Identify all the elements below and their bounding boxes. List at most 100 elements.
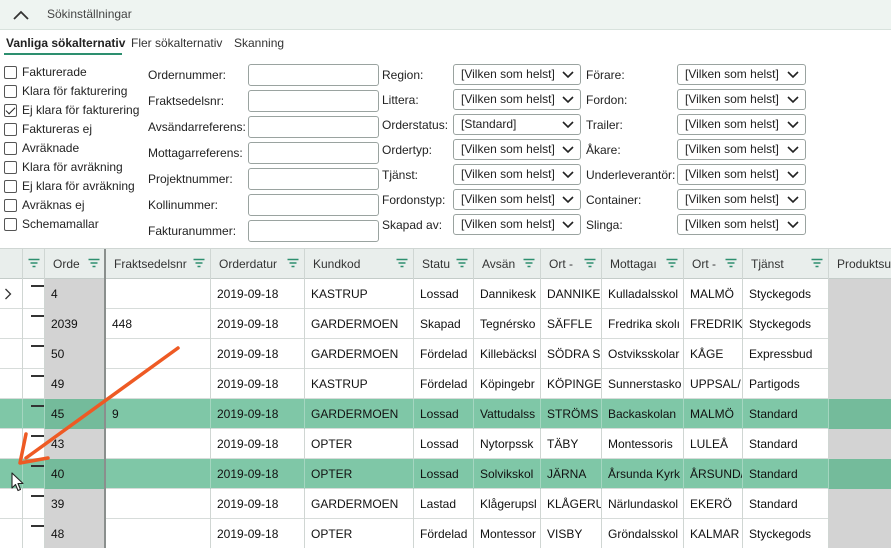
table-cell[interactable]: 50 bbox=[45, 339, 106, 369]
table-cell[interactable]: Årsunda Kyrk bbox=[602, 459, 684, 489]
text-input[interactable] bbox=[248, 194, 379, 216]
table-cell[interactable]: Partigods bbox=[743, 369, 829, 399]
table-cell[interactable]: 2019-09-18 bbox=[211, 519, 305, 548]
checkbox[interactable] bbox=[4, 103, 17, 117]
table-cell[interactable]: KÅGE bbox=[684, 339, 743, 369]
table-cell[interactable]: KASTRUP bbox=[305, 279, 414, 309]
table-cell[interactable]: Solvikskol bbox=[474, 459, 541, 489]
row-selector-cell[interactable] bbox=[0, 399, 23, 429]
table-cell[interactable]: Styckegods bbox=[743, 309, 829, 339]
filter-icon[interactable] bbox=[28, 258, 40, 268]
checkbox[interactable] bbox=[4, 179, 17, 193]
table-cell[interactable]: LULEÅ bbox=[684, 429, 743, 459]
table-cell[interactable]: KÖPINGE bbox=[541, 369, 602, 399]
dropdown-select[interactable]: [Vilken som helst] bbox=[453, 189, 581, 210]
table-cell[interactable]: EKERÖ bbox=[684, 489, 743, 519]
table-row[interactable]: 50 2019-09-18 GARDERMOEN Fördelad Killebäcks… bbox=[0, 339, 891, 369]
table-cell[interactable]: ÅRSUND/ bbox=[684, 459, 743, 489]
dropdown-select[interactable]: [Vilken som helst] bbox=[677, 189, 806, 210]
checkbox[interactable] bbox=[4, 65, 17, 79]
table-cell[interactable]: Lossad bbox=[414, 279, 474, 309]
table-row[interactable]: 2039 448 2019-09-18 GARDERMOEN Skapad Tegnérs… bbox=[0, 309, 891, 339]
row-expand-cell[interactable] bbox=[23, 279, 45, 309]
grid-column-header[interactable]: Mottagaı bbox=[602, 249, 684, 279]
table-cell[interactable]: Backaskolan bbox=[602, 399, 684, 429]
table-cell[interactable] bbox=[829, 309, 891, 339]
table-cell[interactable]: Standard bbox=[743, 459, 829, 489]
table-cell[interactable]: 2019-09-18 bbox=[211, 279, 305, 309]
table-cell[interactable]: MALMÖ bbox=[684, 279, 743, 309]
grid-column-header[interactable]: Orderdatur bbox=[211, 249, 305, 279]
table-cell[interactable] bbox=[106, 339, 211, 369]
chevron-up-icon[interactable] bbox=[11, 8, 31, 22]
table-cell[interactable] bbox=[829, 369, 891, 399]
dropdown-select[interactable]: [Vilken som helst] bbox=[453, 164, 581, 185]
table-cell[interactable] bbox=[829, 399, 891, 429]
table-cell[interactable]: Montessor bbox=[474, 519, 541, 548]
grid-column-header[interactable]: Tjänst bbox=[743, 249, 829, 279]
dropdown-select[interactable]: [Vilken som helst] bbox=[453, 64, 581, 85]
table-cell[interactable]: 48 bbox=[45, 519, 106, 548]
grid-column-header[interactable]: Ort - bbox=[684, 249, 743, 279]
checkbox-row[interactable]: Faktureras ej bbox=[4, 120, 92, 138]
text-input[interactable] bbox=[248, 168, 379, 190]
table-cell[interactable]: Vattudalss bbox=[474, 399, 541, 429]
tab-common-options[interactable]: Vanliga sökalternativ bbox=[6, 36, 125, 50]
table-cell[interactable]: Lossad bbox=[414, 429, 474, 459]
table-cell[interactable]: KALMAR bbox=[684, 519, 743, 548]
row-expand-cell[interactable] bbox=[23, 399, 45, 429]
table-cell[interactable]: Gröndalsskol bbox=[602, 519, 684, 548]
table-cell[interactable]: 2019-09-18 bbox=[211, 459, 305, 489]
table-row[interactable]: 4 2019-09-18 KASTRUP Lossad Dannikesk DANNIKE… bbox=[0, 279, 891, 309]
table-cell[interactable]: KASTRUP bbox=[305, 369, 414, 399]
checkbox-row[interactable]: Avräknas ej bbox=[4, 196, 84, 214]
row-selector-cell[interactable] bbox=[0, 489, 23, 519]
checkbox[interactable] bbox=[4, 217, 17, 231]
row-expand-cell[interactable] bbox=[23, 519, 45, 548]
table-cell[interactable]: GARDERMOEN bbox=[305, 339, 414, 369]
row-expand-cell[interactable] bbox=[23, 369, 45, 399]
table-cell[interactable]: 4 bbox=[45, 279, 106, 309]
table-cell[interactable] bbox=[106, 279, 211, 309]
table-cell[interactable]: MALMÖ bbox=[684, 399, 743, 429]
row-selector-cell[interactable] bbox=[0, 519, 23, 548]
dropdown-select[interactable]: [Vilken som helst] bbox=[677, 114, 806, 135]
table-cell[interactable]: Fördelad bbox=[414, 339, 474, 369]
filter-icon[interactable] bbox=[193, 258, 205, 268]
table-row[interactable]: 43 2019-09-18 OPTER Lossad Nytorpssk TÄBY Mont… bbox=[0, 429, 891, 459]
grid-column-header[interactable]: Produktsur bbox=[829, 249, 891, 279]
table-cell[interactable]: OPTER bbox=[305, 459, 414, 489]
tab-scanning[interactable]: Skanning bbox=[234, 36, 284, 50]
text-input[interactable] bbox=[248, 142, 379, 164]
table-cell[interactable]: Skapad bbox=[414, 309, 474, 339]
grid-column-header[interactable]: Orde bbox=[45, 249, 106, 279]
search-settings-header[interactable]: Sökinställningar bbox=[0, 0, 891, 30]
filter-icon[interactable] bbox=[584, 258, 596, 268]
row-expand-cell[interactable] bbox=[23, 489, 45, 519]
table-cell[interactable]: Tegnérsko bbox=[474, 309, 541, 339]
filter-icon[interactable] bbox=[523, 258, 535, 268]
checkbox-row[interactable]: Ej klara för fakturering bbox=[4, 101, 139, 119]
table-cell[interactable]: Standard bbox=[743, 429, 829, 459]
table-cell[interactable]: 2019-09-18 bbox=[211, 399, 305, 429]
dropdown-select[interactable]: [Vilken som helst] bbox=[453, 214, 581, 235]
table-cell[interactable]: OPTER bbox=[305, 429, 414, 459]
table-cell[interactable]: KLÅGERU bbox=[541, 489, 602, 519]
table-cell[interactable] bbox=[829, 279, 891, 309]
checkbox[interactable] bbox=[4, 84, 17, 98]
table-cell[interactable] bbox=[829, 489, 891, 519]
table-cell[interactable]: Nytorpssk bbox=[474, 429, 541, 459]
table-cell[interactable] bbox=[829, 339, 891, 369]
text-input[interactable] bbox=[248, 90, 379, 112]
row-selector-cell[interactable] bbox=[0, 279, 23, 309]
row-selector-cell[interactable] bbox=[0, 369, 23, 399]
checkbox[interactable] bbox=[4, 198, 17, 212]
table-cell[interactable]: 2019-09-18 bbox=[211, 309, 305, 339]
table-cell[interactable]: TÄBY bbox=[541, 429, 602, 459]
table-cell[interactable]: 39 bbox=[45, 489, 106, 519]
table-cell[interactable]: GARDERMOEN bbox=[305, 309, 414, 339]
row-selector-cell[interactable] bbox=[0, 339, 23, 369]
table-cell[interactable]: 2019-09-18 bbox=[211, 429, 305, 459]
table-cell[interactable]: 2019-09-18 bbox=[211, 489, 305, 519]
checkbox-row[interactable]: Fakturerade bbox=[4, 63, 87, 81]
